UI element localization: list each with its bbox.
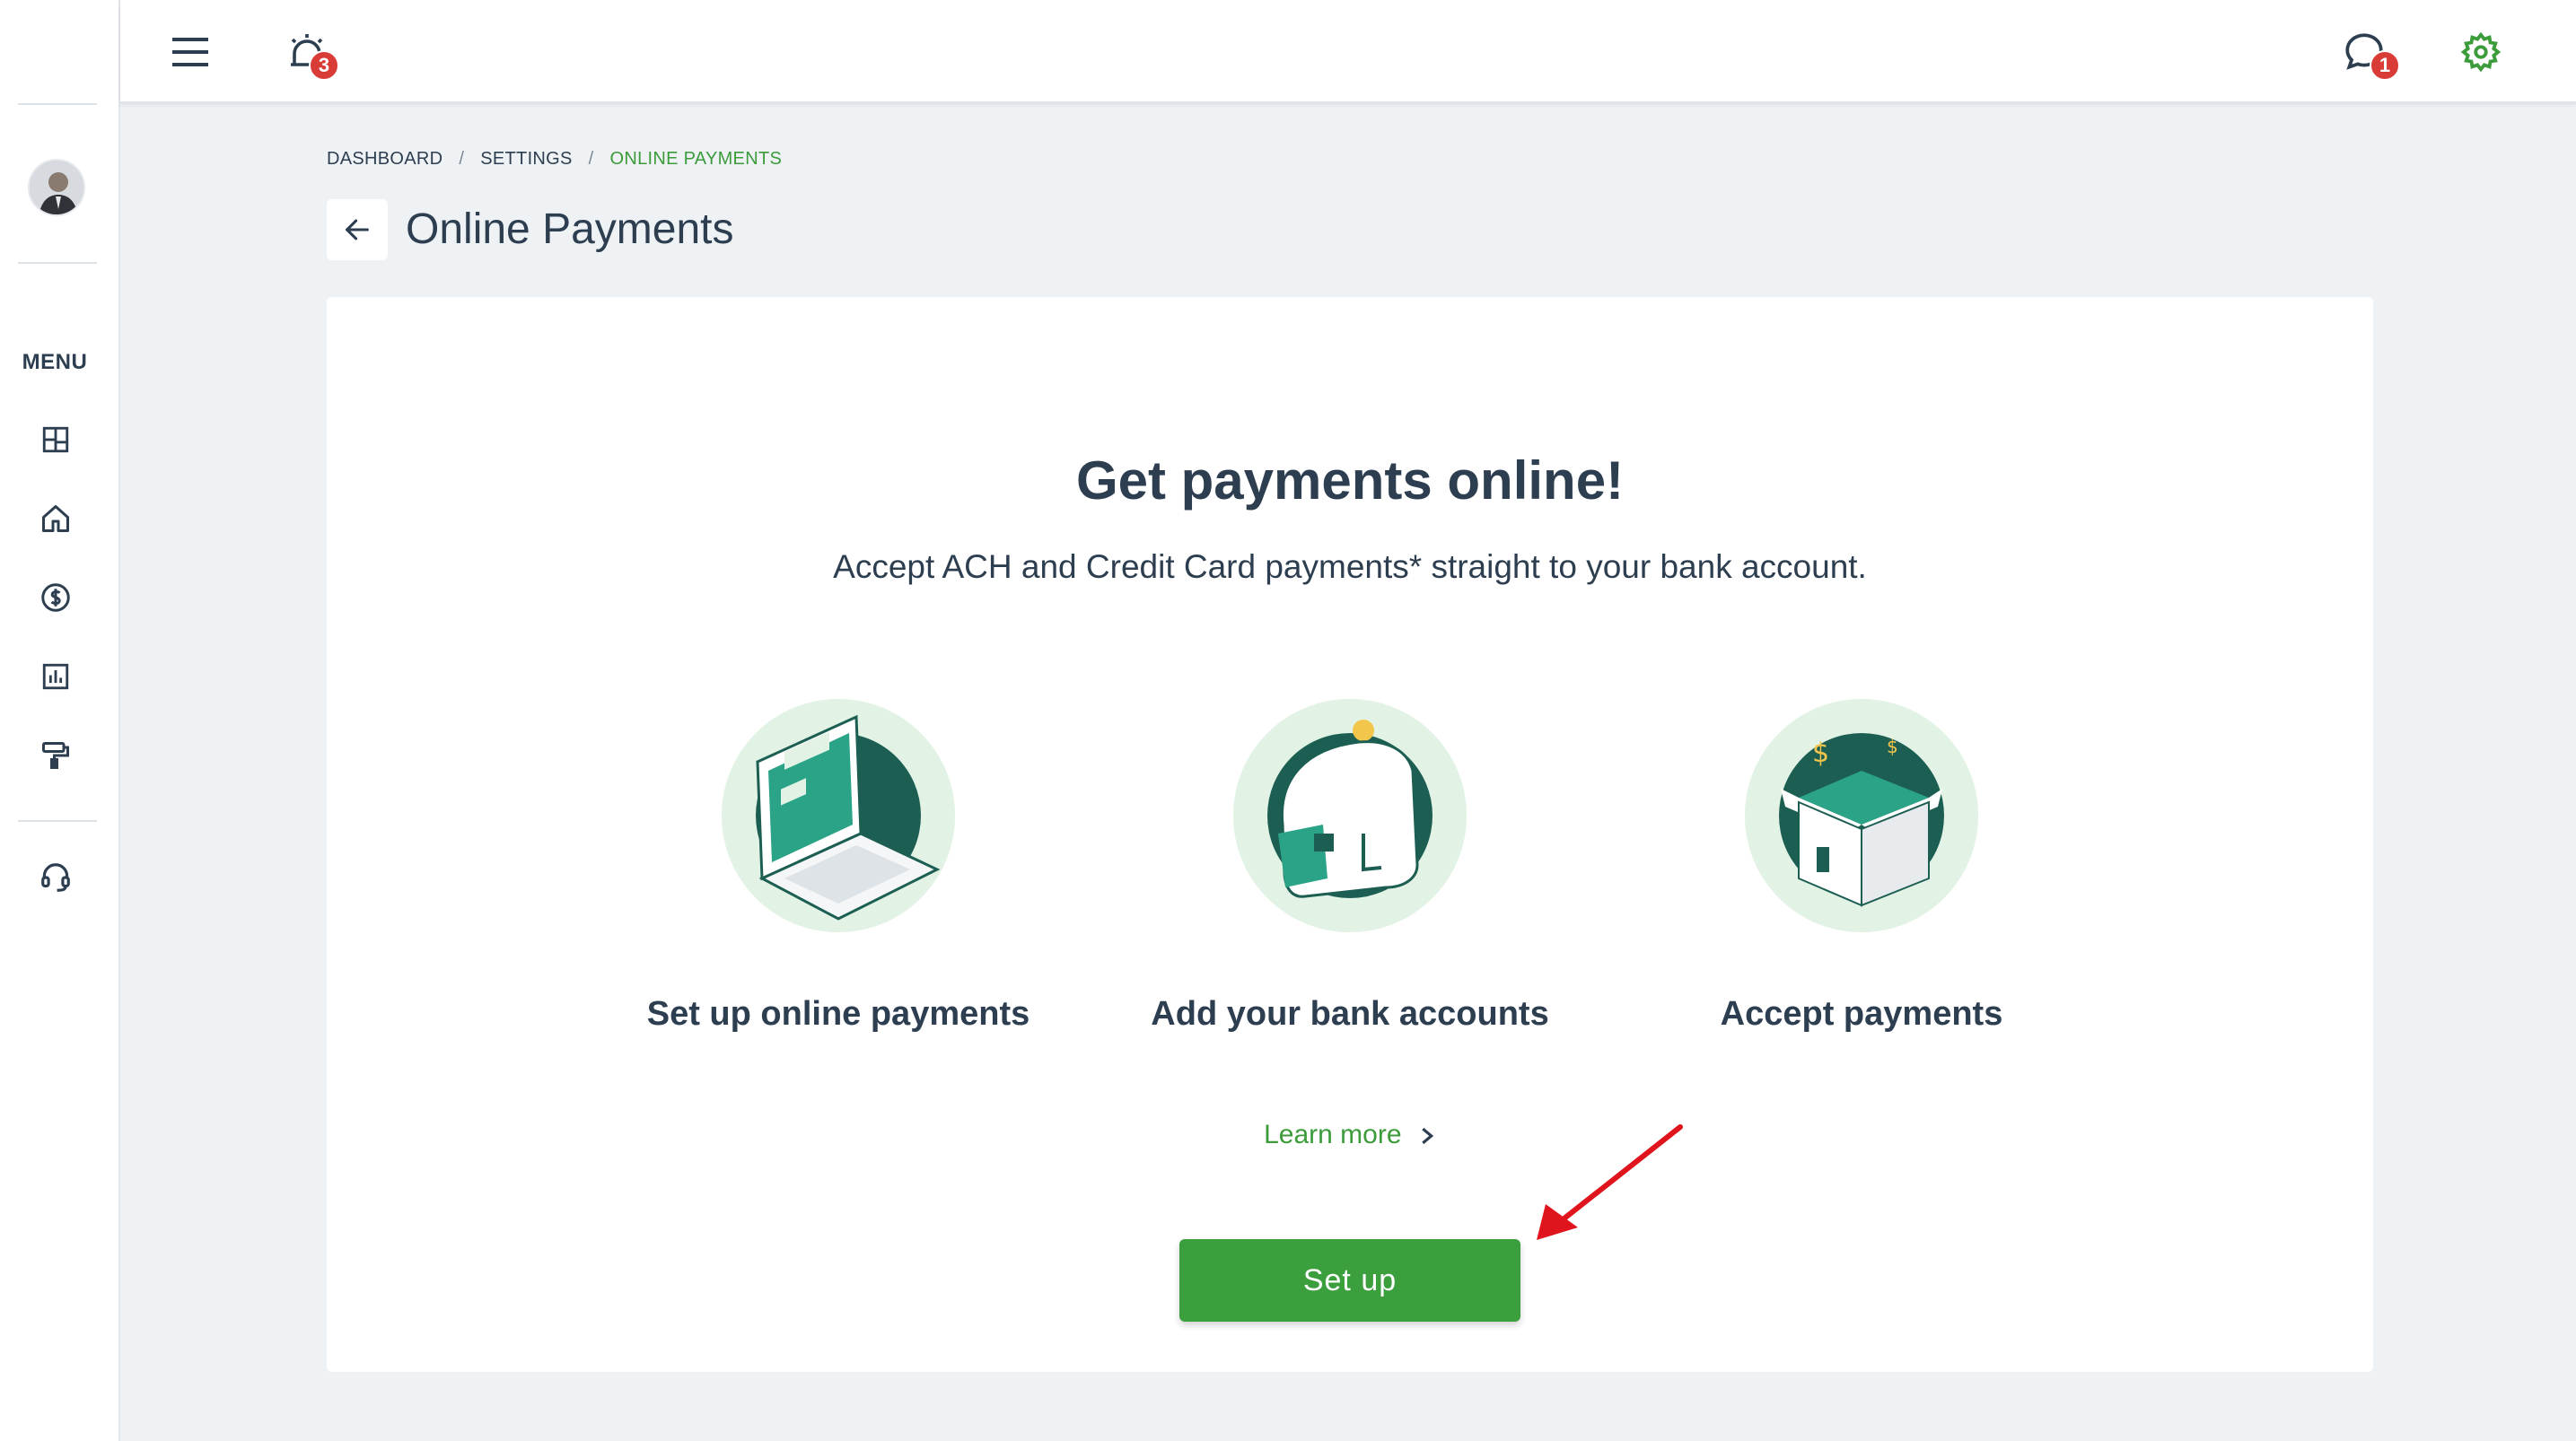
support-headset-icon	[41, 863, 70, 892]
feature-setup-online-payments: Set up online payments	[596, 699, 1081, 1034]
sidebar-divider	[18, 820, 97, 822]
home-icon	[42, 505, 69, 532]
svg-text:$: $	[1812, 738, 1829, 769]
setup-button[interactable]: Set up	[1179, 1239, 1520, 1322]
reports-icon	[42, 663, 69, 690]
sidebar-divider	[18, 103, 97, 105]
card-subline: Accept ACH and Credit Card payments* str…	[833, 548, 1867, 585]
breadcrumb-online-payments: ONLINE PAYMENTS	[609, 149, 783, 169]
svg-text:$: $	[1887, 736, 1898, 757]
feature-accept-payments: $ $ Accept payments	[1619, 699, 2104, 1034]
settings-button[interactable]	[2454, 25, 2508, 79]
hamburger-menu-button[interactable]	[165, 27, 215, 77]
feature-label: Add your bank accounts	[1151, 995, 1549, 1033]
breadcrumb-separator: /	[459, 149, 465, 169]
online-payments-card: Get payments online! Accept ACH and Cred…	[327, 297, 2373, 1372]
breadcrumb-separator: /	[588, 149, 594, 169]
open-box-illustration: $ $	[1745, 699, 1978, 932]
arrow-left-icon	[346, 219, 369, 240]
breadcrumb-settings[interactable]: SETTINGS	[480, 149, 572, 170]
open-box-illustration-graphic: $ $	[1745, 699, 1978, 932]
feature-label: Set up online payments	[646, 995, 1030, 1033]
wallet-illustration	[1233, 699, 1467, 932]
avatar-photo	[30, 161, 83, 214]
alerts-badge: 3	[309, 50, 339, 81]
feature-add-bank-accounts: Add your bank accounts	[1108, 699, 1592, 1034]
sidebar-item-maintenance[interactable]	[36, 736, 75, 775]
sidebar-item-properties[interactable]	[36, 499, 75, 538]
paint-roller-icon	[42, 742, 69, 769]
laptop-illustration-graphic	[722, 699, 955, 932]
chevron-right-icon	[1422, 1128, 1434, 1145]
hamburger-icon	[172, 38, 208, 66]
sidebar-divider	[18, 262, 97, 264]
breadcrumb-dashboard[interactable]: DASHBOARD	[327, 149, 442, 170]
breadcrumb: DASHBOARD / SETTINGS / ONLINE PAYMENTS	[327, 149, 782, 170]
dollar-icon	[41, 583, 70, 612]
sidebar-item-dashboard[interactable]	[36, 420, 75, 459]
sidebar-item-reports[interactable]	[36, 657, 75, 696]
top-bar: 3 1	[120, 0, 2576, 104]
learn-more-link[interactable]: Learn more	[327, 1120, 2373, 1150]
avatar[interactable]	[28, 159, 85, 216]
dashboard-icon	[42, 426, 69, 453]
learn-more-label: Learn more	[1264, 1120, 1402, 1149]
alerts-button[interactable]: 3	[278, 23, 339, 81]
card-headline: Get payments online!	[1075, 450, 1625, 511]
sidebar: MENU	[0, 0, 120, 1441]
page-title: Online Payments	[406, 205, 734, 253]
back-button[interactable]	[327, 199, 388, 260]
menu-label: MENU	[22, 350, 88, 374]
annotation-arrow-icon	[1537, 1124, 1683, 1240]
sidebar-item-accounting[interactable]	[36, 578, 75, 617]
feature-label: Accept payments	[1720, 995, 2003, 1033]
gear-icon	[2460, 31, 2502, 73]
messages-button[interactable]: 1	[2335, 23, 2400, 81]
sidebar-item-support[interactable]	[36, 858, 75, 897]
laptop-illustration	[722, 699, 955, 932]
wallet-illustration-graphic	[1233, 699, 1467, 932]
messages-badge: 1	[2370, 50, 2400, 81]
